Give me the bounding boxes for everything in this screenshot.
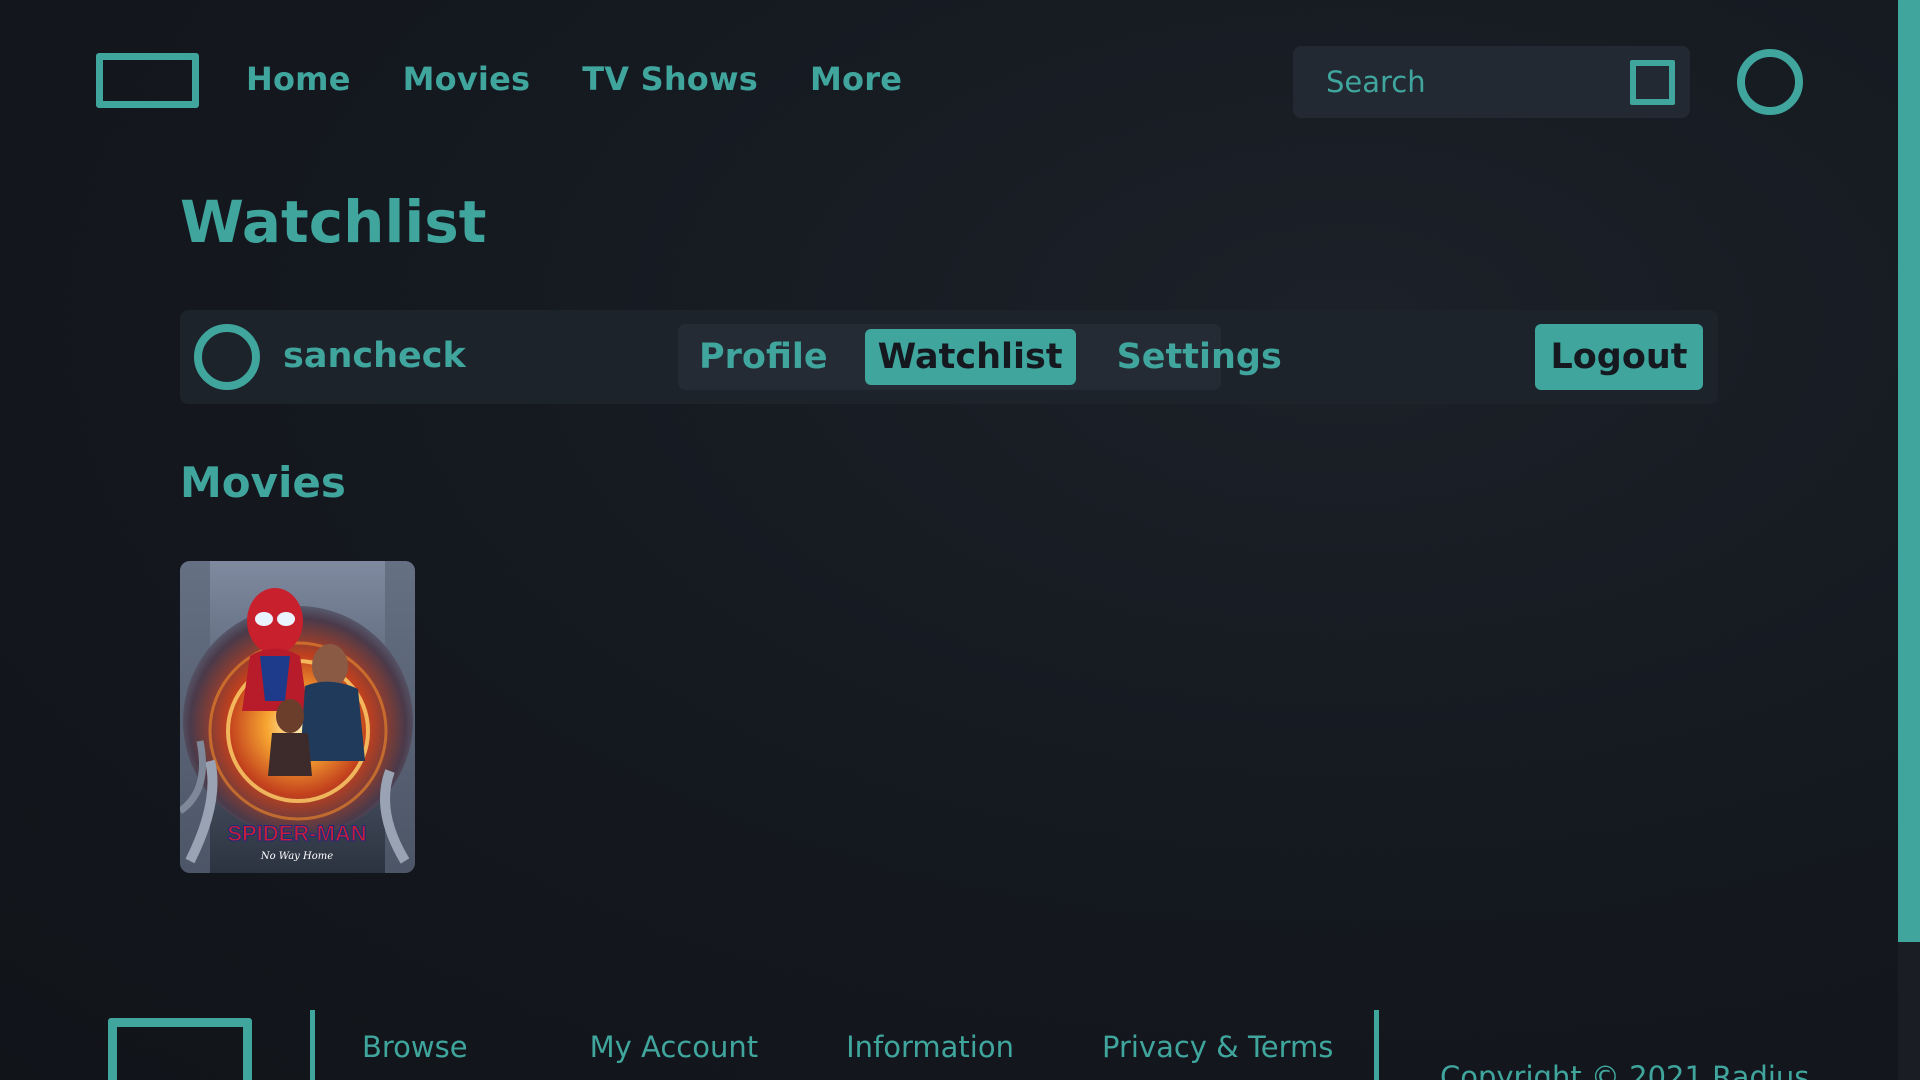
avatar	[194, 324, 260, 390]
main-nav: Home Movies TV Shows More	[246, 60, 902, 98]
logout-button[interactable]: Logout	[1535, 324, 1703, 390]
footer-divider-2	[1374, 1010, 1379, 1080]
nav-item-movies[interactable]: Movies	[403, 60, 531, 98]
username: sancheck	[283, 336, 466, 376]
top-navbar: Home Movies TV Shows More	[0, 0, 1920, 164]
footer-divider	[310, 1010, 315, 1080]
search-input[interactable]	[1293, 46, 1613, 118]
footer-link-privacy-terms[interactable]: Privacy & Terms	[1102, 1030, 1333, 1064]
copyright-text: Copyright © 2021 Radius	[1440, 1060, 1810, 1080]
search-box	[1293, 46, 1690, 118]
nav-item-home[interactable]: Home	[246, 60, 351, 98]
logo-icon[interactable]	[96, 53, 199, 108]
movie-poster[interactable]: SPIDER-MAN No Way Home	[180, 561, 415, 873]
section-title-movies: Movies	[180, 458, 346, 507]
tab-settings[interactable]: Settings	[1104, 329, 1295, 385]
poster-subtitle: No Way Home	[260, 851, 333, 862]
footer-logo-icon[interactable]	[108, 1018, 252, 1080]
nav-item-tv-shows[interactable]: TV Shows	[582, 60, 758, 98]
footer-link-my-account[interactable]: My Account	[590, 1030, 759, 1064]
poster-title: SPIDER-MAN	[227, 821, 366, 846]
footer-link-browse[interactable]: Browse	[362, 1030, 468, 1064]
footer-link-information[interactable]: Information	[846, 1030, 1014, 1064]
poster-image: SPIDER-MAN No Way Home	[180, 561, 415, 873]
nav-item-more[interactable]: More	[810, 60, 902, 98]
page-title: Watchlist	[180, 188, 487, 256]
profile-tabs: Profile Watchlist Settings	[678, 324, 1282, 390]
search-icon[interactable]	[1630, 60, 1675, 105]
scrollbar-thumb[interactable]	[1898, 0, 1920, 942]
profile-bar: sancheck Profile Watchlist Settings Logo…	[180, 310, 1718, 404]
footer-links: Browse My Account Information Privacy & …	[362, 1030, 1333, 1064]
tab-watchlist[interactable]: Watchlist	[864, 329, 1076, 385]
account-icon[interactable]	[1737, 49, 1803, 115]
tab-profile[interactable]: Profile	[686, 329, 841, 385]
